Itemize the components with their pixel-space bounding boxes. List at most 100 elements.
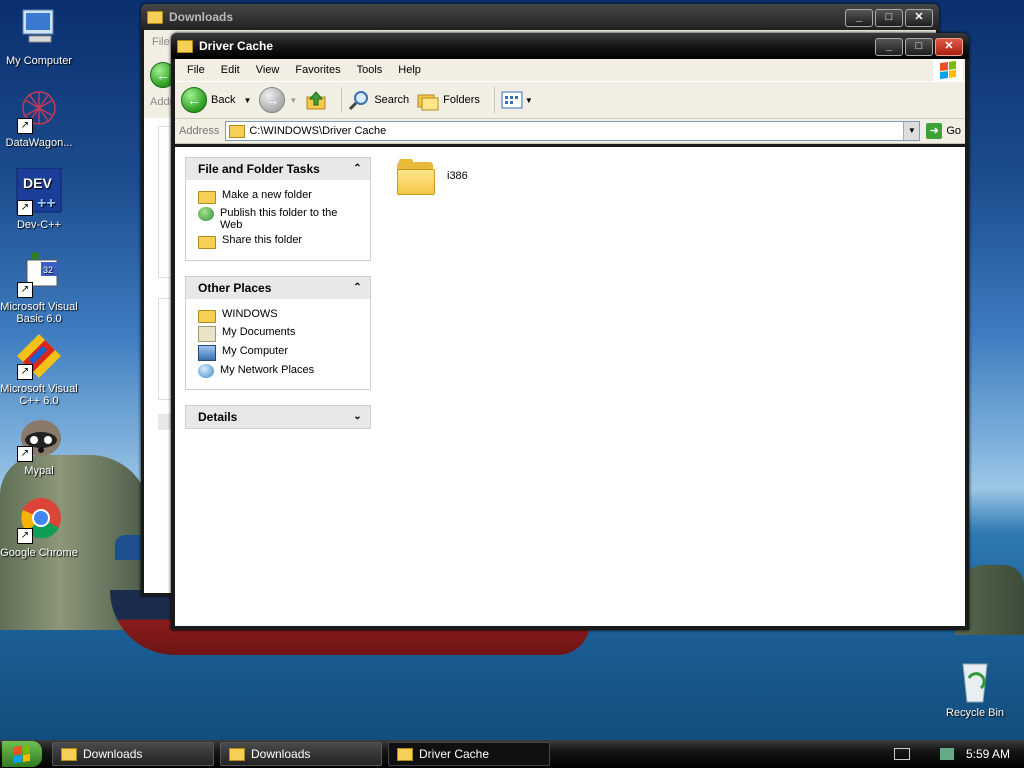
desktop-icon-my-computer[interactable]: My Computer — [0, 4, 78, 67]
taskbar-button-label: Downloads — [251, 747, 311, 761]
svg-text:++: ++ — [37, 195, 56, 212]
minimize-button[interactable]: _ — [875, 38, 903, 56]
file-folder-tasks-header[interactable]: File and Folder Tasks ⌃ — [186, 158, 370, 180]
folders-button[interactable]: Folders — [417, 89, 480, 111]
clock[interactable]: 5:59 AM — [966, 747, 1010, 761]
folder-icon — [229, 747, 245, 761]
forward-button[interactable]: → ▼ — [259, 87, 297, 113]
taskbar-button-downloads-1[interactable]: Downloads — [52, 742, 214, 766]
place-label: My Documents — [222, 326, 296, 338]
share-folder-link[interactable]: Share this folder — [198, 234, 360, 249]
toolbar: ← Back ▼ → ▼ Search Folders ▼ — [175, 82, 965, 119]
back-label: Back — [211, 94, 236, 106]
views-dropdown-icon: ▼ — [524, 95, 533, 105]
minimize-button[interactable]: _ — [845, 9, 873, 27]
forward-dropdown-icon[interactable]: ▼ — [289, 96, 297, 105]
menu-help[interactable]: Help — [390, 64, 429, 76]
menu-edit[interactable]: Edit — [213, 64, 248, 76]
folder-icon — [147, 10, 163, 24]
desktop-icon-label: Dev-C++ — [16, 219, 62, 231]
network-places-icon — [198, 364, 214, 378]
task-label: Share this folder — [222, 234, 303, 246]
close-button[interactable]: ✕ — [935, 38, 963, 56]
taskbar-button-driver-cache[interactable]: Driver Cache — [388, 742, 550, 766]
back-dropdown-icon[interactable]: ▼ — [243, 96, 251, 105]
folders-icon — [417, 94, 439, 111]
close-button[interactable]: ✕ — [905, 9, 933, 27]
go-button[interactable]: ➜ Go — [926, 123, 961, 139]
task-label: Publish this folder to the Web — [220, 207, 338, 231]
folder-icon — [177, 39, 193, 53]
go-label: Go — [946, 125, 961, 137]
windows-logo-icon — [933, 59, 963, 81]
search-button[interactable]: Search — [348, 89, 409, 111]
system-tray: 5:59 AM — [874, 740, 1024, 768]
desktop-icon-recycle-bin[interactable]: Recycle Bin — [936, 656, 1014, 719]
downloads-address-fragment: Addr — [150, 96, 174, 108]
up-folder-icon — [306, 91, 326, 110]
shortcut-arrow-icon: ↗ — [17, 282, 33, 298]
maximize-button[interactable]: □ — [905, 38, 933, 56]
desktop-icon-vb6[interactable]: 32 ↗ Microsoft Visual Basic 6.0 — [0, 250, 78, 325]
file-name: i386 — [447, 170, 468, 182]
start-button[interactable] — [2, 741, 42, 767]
desktop-icon-chrome[interactable]: ↗ Google Chrome — [0, 496, 78, 559]
network-icon[interactable] — [939, 748, 954, 760]
folder-icon — [198, 310, 216, 323]
panel-title: File and Folder Tasks — [198, 162, 320, 176]
shortcut-arrow-icon: ↗ — [17, 200, 33, 216]
taskbar: Downloads Downloads Driver Cache 5:59 AM — [0, 740, 1024, 768]
address-input[interactable]: C:\WINDOWS\Driver Cache ▼ — [225, 121, 921, 141]
panel-title: Details — [198, 410, 238, 424]
menu-view[interactable]: View — [248, 64, 288, 76]
place-my-network-link[interactable]: My Network Places — [198, 364, 360, 378]
menu-file[interactable]: File — [179, 64, 213, 76]
driver-cache-titlebar[interactable]: Driver Cache _ □ ✕ — [171, 33, 969, 59]
views-button[interactable]: ▼ — [501, 91, 533, 109]
chrome-icon: ↗ — [15, 496, 63, 544]
desktop-icon-datawagon[interactable]: ↗ DataWagon... — [0, 86, 78, 149]
desktop-icon-vc6[interactable]: ↗ Microsoft Visual C++ 6.0 — [0, 332, 78, 407]
publish-to-web-link[interactable]: Publish this folder to the Web — [198, 207, 360, 231]
expand-icon[interactable]: ⌄ — [351, 411, 364, 424]
shortcut-arrow-icon: ↗ — [17, 528, 33, 544]
folder-icon — [229, 124, 246, 138]
desktop-icon-label: Recycle Bin — [945, 707, 1005, 719]
forward-arrow-icon: → — [259, 87, 286, 113]
toolbar-separator — [341, 87, 343, 113]
collapse-icon[interactable]: ⌃ — [351, 163, 364, 176]
desktop-icon-mypal[interactable]: ↗ Mypal — [0, 414, 78, 477]
menu-tools[interactable]: Tools — [349, 64, 391, 76]
share-folder-icon — [198, 236, 216, 249]
details-header[interactable]: Details ⌄ — [186, 406, 370, 428]
driver-cache-window[interactable]: Driver Cache _ □ ✕ File Edit View Favori… — [171, 33, 969, 630]
make-new-folder-link[interactable]: Make a new folder — [198, 189, 360, 204]
place-my-computer-link[interactable]: My Computer — [198, 345, 360, 361]
back-button[interactable]: ← Back ▼ — [181, 87, 251, 113]
shortcut-arrow-icon: ↗ — [17, 118, 33, 134]
place-my-documents-link[interactable]: My Documents — [198, 326, 360, 342]
downloads-title: Downloads — [169, 10, 234, 24]
search-icon — [349, 91, 369, 111]
taskbar-button-downloads-2[interactable]: Downloads — [220, 742, 382, 766]
taskbar-button-label: Driver Cache — [419, 747, 490, 761]
place-windows-link[interactable]: WINDOWS — [198, 308, 360, 323]
address-dropdown-icon[interactable]: ▼ — [903, 122, 920, 140]
desktop-icon-devcpp[interactable]: DEV ++ ↗ Dev-C++ — [0, 167, 78, 231]
menu-favorites[interactable]: Favorites — [287, 64, 348, 76]
mypal-icon: ↗ — [15, 414, 63, 462]
up-folder-button[interactable] — [305, 89, 327, 111]
other-places-panel: Other Places ⌃ WINDOWS My Documents My C… — [185, 276, 371, 390]
publish-web-icon — [198, 207, 214, 221]
search-label: Search — [374, 94, 410, 106]
window-title: Driver Cache — [199, 39, 274, 53]
keyboard-icon[interactable] — [893, 748, 910, 760]
windows-logo-icon — [14, 744, 30, 764]
maximize-button[interactable]: □ — [875, 9, 903, 27]
file-item-i386[interactable]: i386 — [397, 159, 468, 195]
collapse-icon[interactable]: ⌃ — [351, 282, 364, 295]
svg-text:DEV: DEV — [23, 175, 52, 191]
window-chrome: File Edit View Favorites Tools Help ← Ba… — [175, 59, 965, 144]
other-places-header[interactable]: Other Places ⌃ — [186, 277, 370, 299]
downloads-titlebar[interactable]: Downloads _ □ ✕ — [141, 4, 939, 30]
